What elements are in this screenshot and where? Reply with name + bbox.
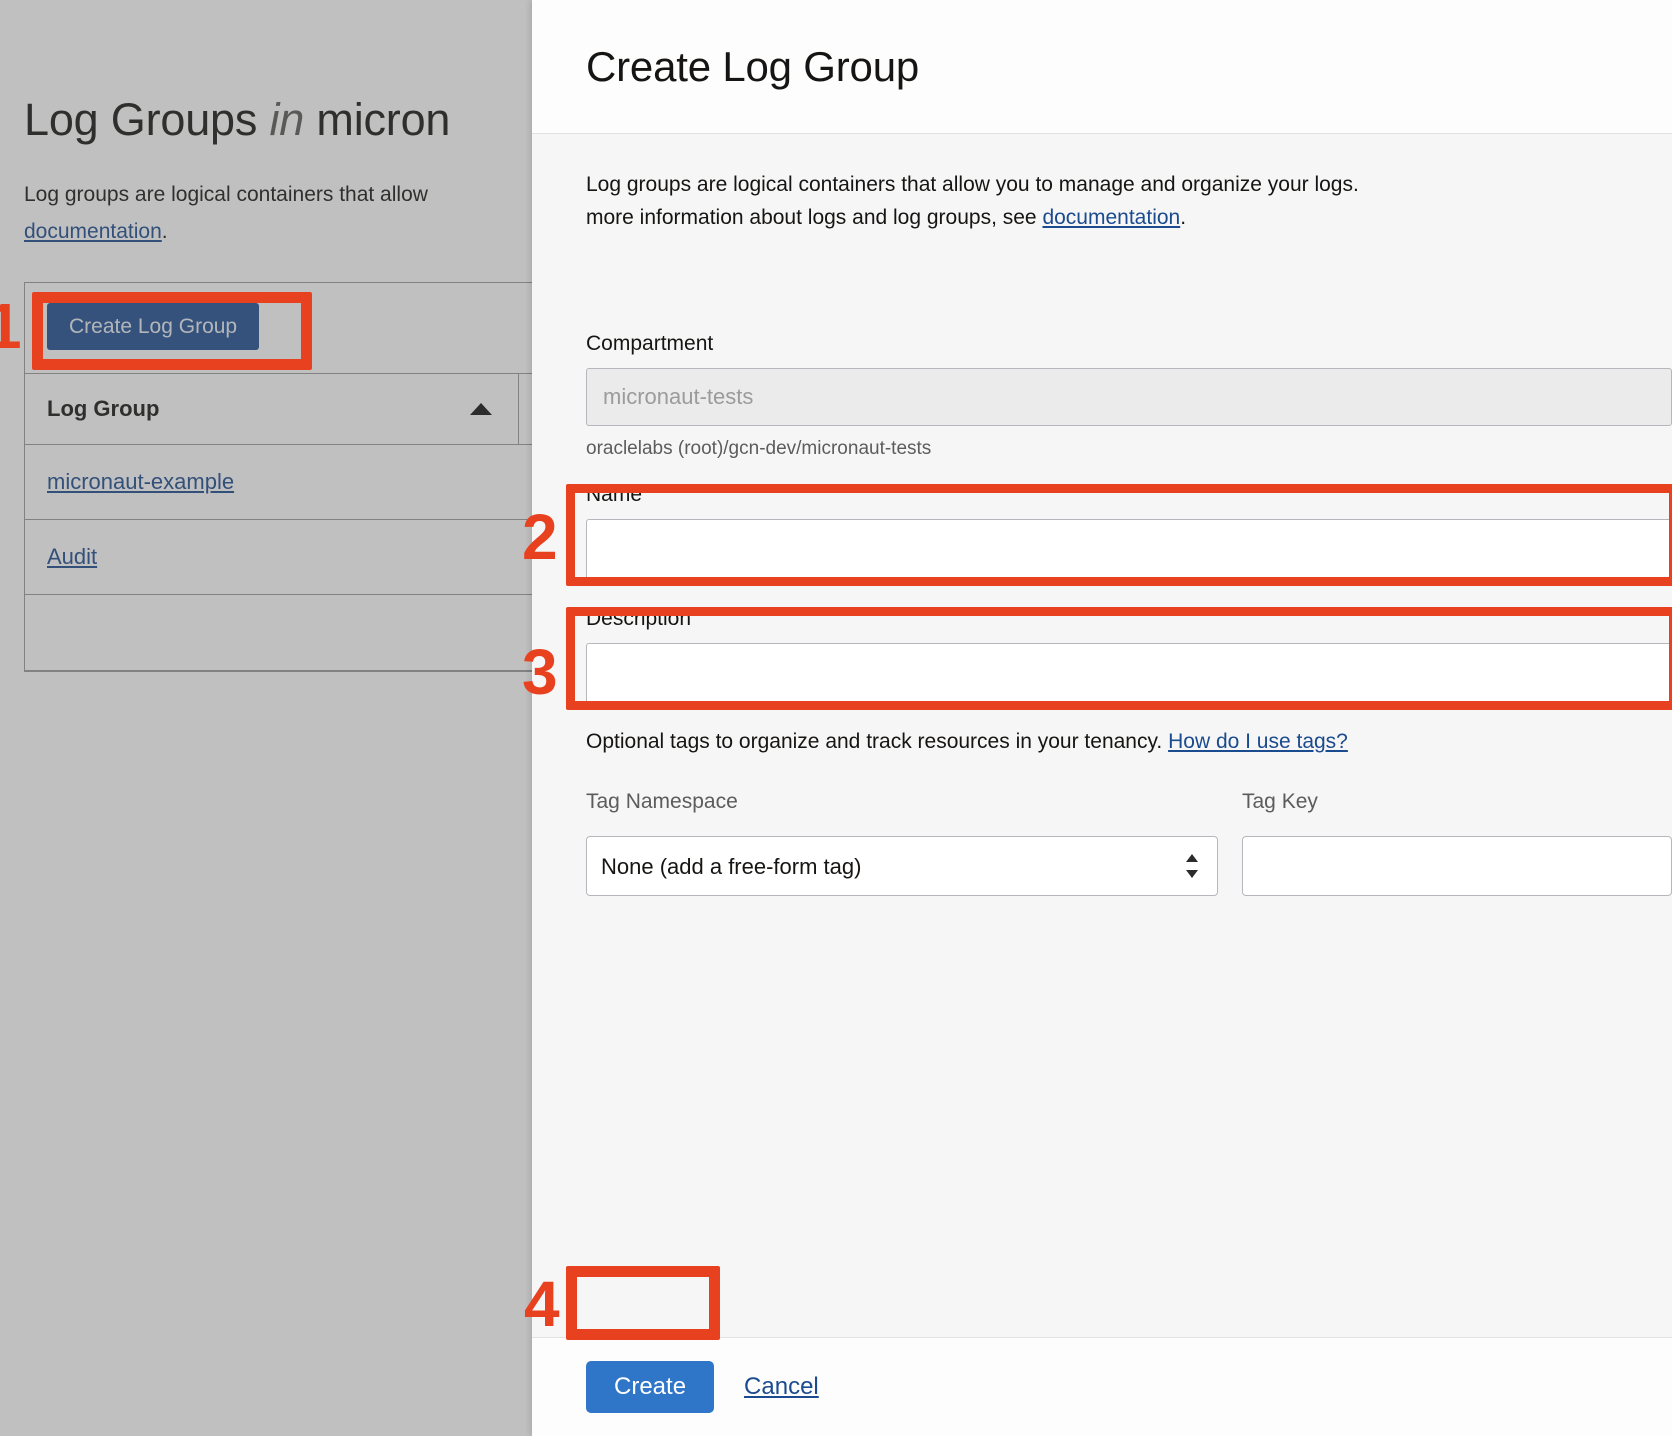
log-group-link[interactable]: micronaut-example	[47, 469, 234, 495]
description-field-group: Description	[586, 608, 1672, 705]
create-log-group-button[interactable]: Create Log Group	[47, 303, 259, 350]
compartment-helper-text: oraclelabs (root)/gcn-dev/micronaut-test…	[586, 438, 1672, 460]
column-header-label: Log Group	[47, 396, 159, 422]
cancel-button[interactable]: Cancel	[744, 1373, 819, 1401]
panel-header: Create Log Group	[532, 0, 1672, 134]
background-page-content: Log Groups in micron Log groups are logi…	[0, 0, 532, 1436]
tag-namespace-label: Tag Namespace	[586, 790, 1218, 814]
page-description-suffix: .	[162, 220, 168, 243]
name-field-group: Name	[586, 484, 1672, 581]
tag-namespace-select-wrap: None (add a free-form tag)	[586, 836, 1218, 896]
panel-description-line1: Log groups are logical containers that a…	[586, 173, 1359, 196]
description-input[interactable]	[586, 643, 1672, 705]
name-label: Name	[586, 484, 1672, 505]
name-input[interactable]	[586, 519, 1672, 581]
table-toolbar: Create Log Group	[25, 283, 532, 373]
page-title-italic: in	[269, 94, 304, 145]
screenshot-root: Log Groups in micron Log groups are logi…	[0, 0, 1672, 1436]
page-description: Log groups are logical containers that a…	[24, 176, 532, 250]
how-to-use-tags-link[interactable]: How do I use tags?	[1168, 730, 1348, 753]
tag-namespace-field-group: Tag Namespace None (add a free-form tag)	[586, 790, 1218, 896]
column-header-actions	[519, 373, 532, 445]
tags-note: Optional tags to organize and track reso…	[586, 730, 1348, 754]
compartment-label: Compartment	[586, 333, 1672, 354]
tag-key-input[interactable]	[1242, 836, 1672, 896]
panel-description-suffix: .	[1180, 206, 1186, 229]
tag-key-label: Tag Key	[1242, 790, 1672, 814]
panel-description: Log groups are logical containers that a…	[586, 168, 1672, 234]
tags-note-text: Optional tags to organize and track reso…	[586, 730, 1168, 753]
panel-footer: Create Cancel	[532, 1337, 1672, 1436]
description-label: Description	[586, 608, 1672, 629]
create-button[interactable]: Create	[586, 1361, 714, 1413]
table-row[interactable]: Audit	[25, 520, 532, 595]
page-description-text: Log groups are logical containers that a…	[24, 183, 428, 206]
documentation-link[interactable]: documentation	[1042, 206, 1180, 229]
tag-namespace-select[interactable]: None (add a free-form tag)	[586, 836, 1218, 896]
page-title-suffix: micron	[316, 94, 450, 145]
compartment-field-group: Compartment oraclelabs (root)/gcn-dev/mi…	[586, 333, 1672, 460]
table-row[interactable]: micronaut-example	[25, 445, 532, 520]
panel-description-line2: more information about logs and log grou…	[586, 206, 1042, 229]
log-group-link[interactable]: Audit	[47, 544, 97, 570]
background-page: Log Groups in micron Log groups are logi…	[0, 0, 532, 1436]
column-header-log-group[interactable]: Log Group	[25, 373, 519, 445]
table-header-row: Log Group	[25, 373, 532, 445]
log-groups-table: Create Log Group Log Group micronaut-exa…	[24, 282, 532, 672]
compartment-input[interactable]	[586, 368, 1672, 426]
sort-ascending-icon[interactable]	[470, 403, 492, 415]
panel-body: Log groups are logical containers that a…	[532, 135, 1672, 1337]
create-log-group-panel: Create Log Group Log groups are logical …	[532, 0, 1672, 1436]
documentation-link[interactable]: documentation	[24, 220, 162, 243]
tag-key-field-group: Tag Key	[1242, 790, 1672, 896]
page-title: Log Groups in micron	[24, 94, 450, 146]
panel-title: Create Log Group	[586, 43, 919, 91]
table-footer-row	[25, 595, 532, 671]
page-title-prefix: Log Groups	[24, 94, 257, 145]
